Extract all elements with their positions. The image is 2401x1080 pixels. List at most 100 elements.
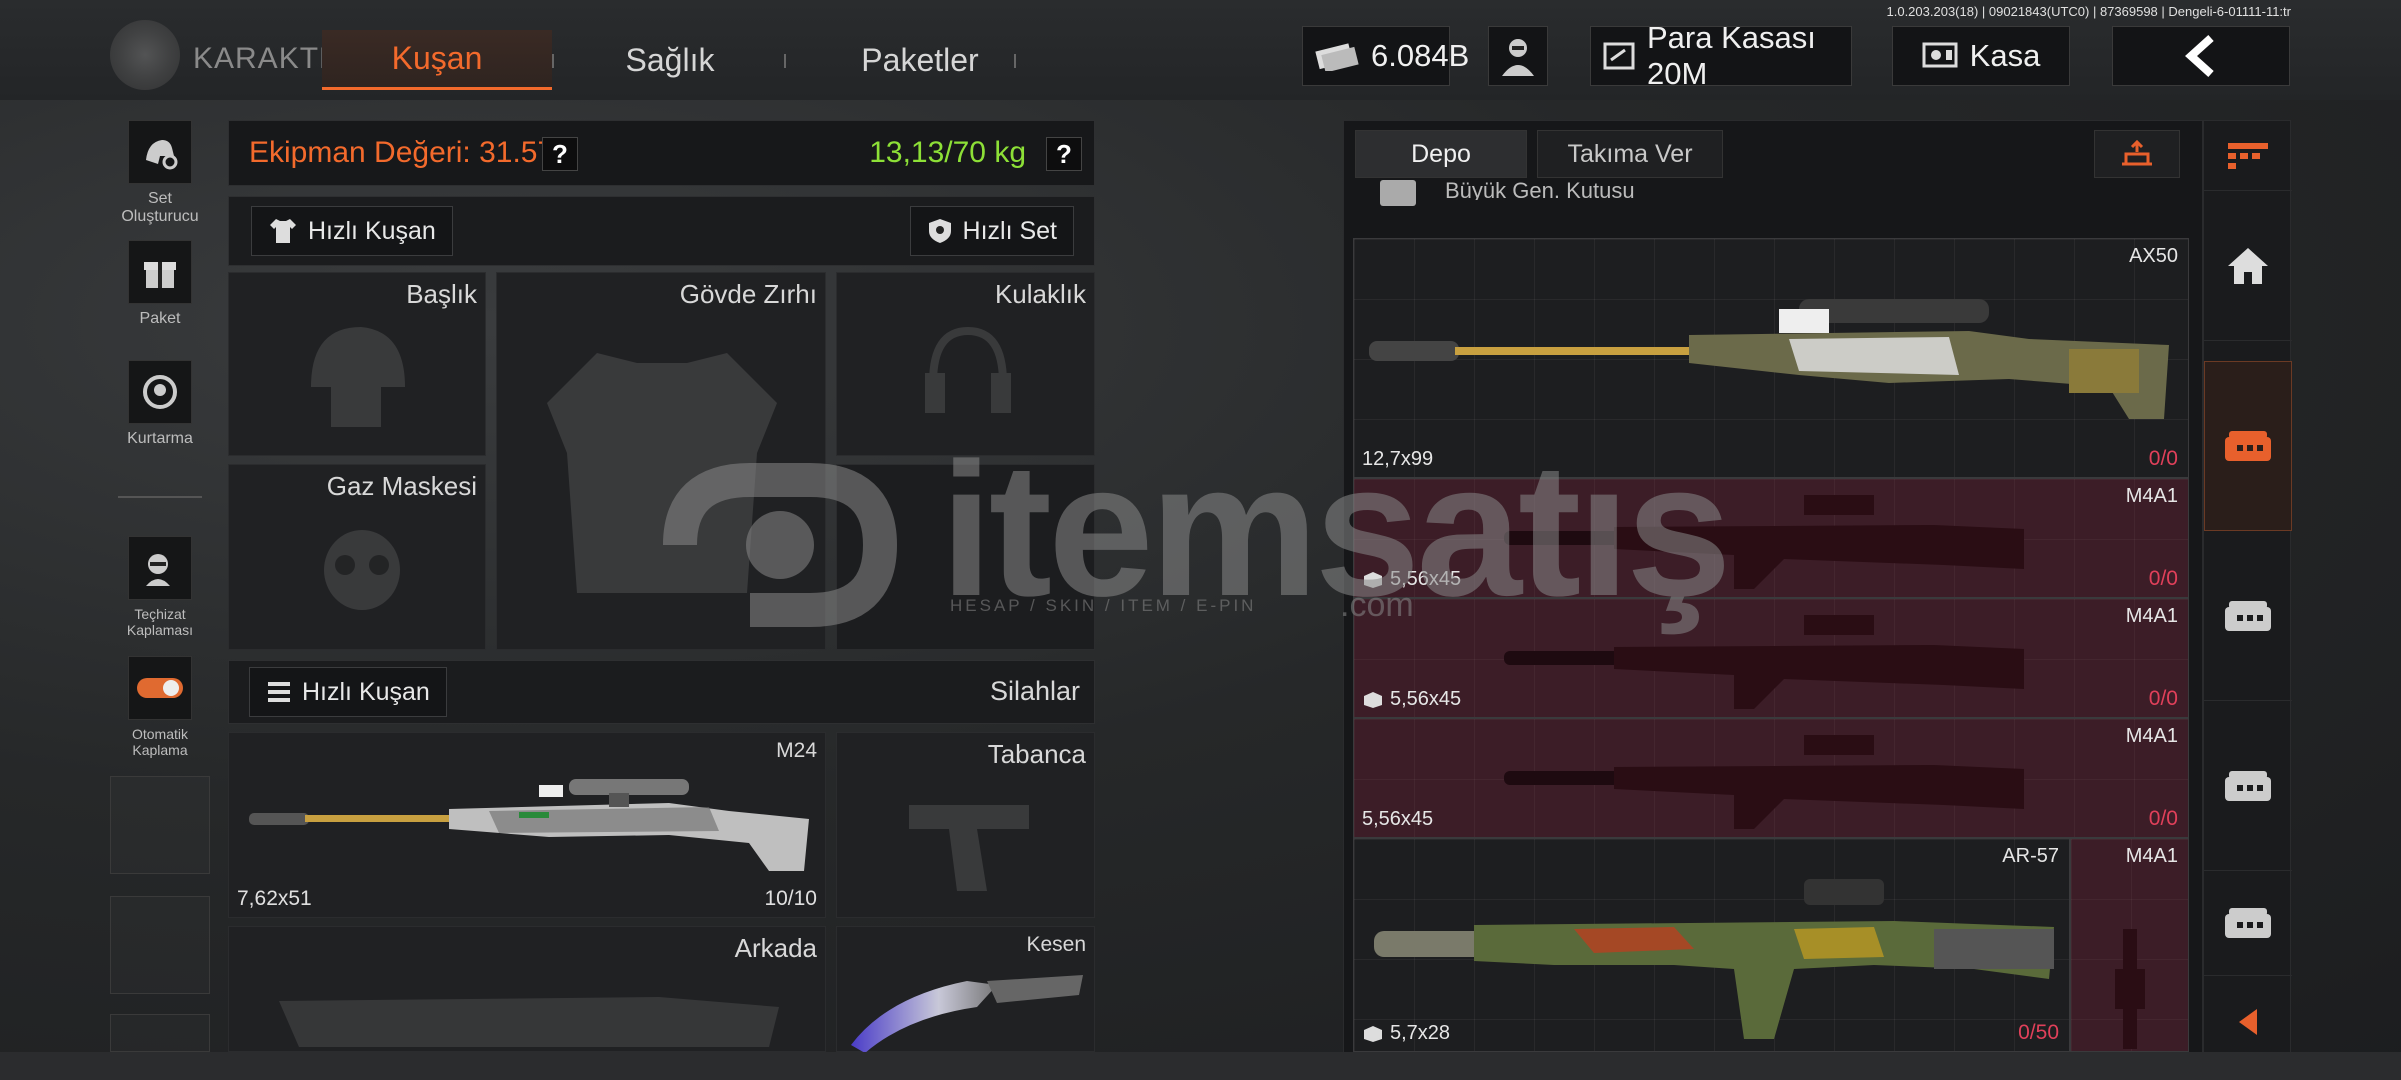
storage-item[interactable]: AR-57 5,7x28 0/50 <box>1353 838 2070 1052</box>
sidebar-package[interactable]: Paket <box>110 240 210 328</box>
carry-weight: 13,13/70 kg <box>869 136 1026 169</box>
weapon-caliber: 7,62x51 <box>237 887 312 910</box>
tab-divider <box>1014 54 1016 68</box>
m4a1-rifle-icon <box>1504 495 2024 589</box>
sidebar-rescue[interactable]: Kurtarma <box>110 360 210 448</box>
item-caliber: 5,56x45 <box>1362 808 1433 831</box>
item-ammo: 0/0 <box>2148 687 2178 710</box>
sidebar-gear-skin[interactable]: Teçhizat Kaplaması <box>110 536 210 638</box>
nav-home[interactable] <box>2204 191 2292 341</box>
item-ammo: 0/0 <box>2148 807 2178 830</box>
item-caliber: 5,7x28 <box>1362 1022 1450 1045</box>
item-ammo: 0/50 <box>2018 1021 2059 1044</box>
vault-button[interactable]: Para Kasası 20M <box>1590 20 1852 91</box>
collapse-arrow-icon <box>2239 1009 2257 1035</box>
quick-equip-button[interactable]: Hızlı Kuşan <box>251 206 453 256</box>
back-button[interactable] <box>2112 26 2290 86</box>
sidebar-label: Otomatik Kaplama <box>131 726 188 758</box>
slot-melee[interactable]: Kesen <box>836 926 1095 1053</box>
sniper-rifle-icon <box>249 779 809 871</box>
equipment-value-help-button[interactable]: ? <box>542 137 578 171</box>
filter-icon <box>2228 142 2268 169</box>
storage-box-icon <box>2225 770 2271 801</box>
slot-gas-mask[interactable]: Gaz Maskesi <box>228 464 486 650</box>
vault-label: Para Kasası 20M <box>1647 20 1816 91</box>
nav-filter[interactable] <box>2204 121 2292 191</box>
weapon-ammo: 10/10 <box>764 887 817 910</box>
item-name: M4A1 <box>2125 845 2178 867</box>
slot-label: Kesen <box>1026 933 1086 956</box>
tab-give-team[interactable]: Takıma Ver <box>1537 130 1723 178</box>
rifle-silhouette-icon <box>279 997 779 1047</box>
sidebar-label: Teçhizat Kaplaması <box>126 606 194 638</box>
item-name: M4A1 <box>2125 485 2178 507</box>
storage-item[interactable]: M4A1 <box>2070 838 2189 1052</box>
slot-pistol[interactable]: Tabanca <box>836 732 1095 918</box>
slot-body-armor[interactable]: Gövde Zırhı <box>496 272 826 650</box>
pistol-icon <box>909 805 1029 891</box>
sidebar-label: Set Oluşturucu <box>121 190 199 225</box>
storage-box-icon <box>2225 908 2271 938</box>
ar57-rifle-icon <box>1374 879 2054 1039</box>
quick-equip-weapons-button[interactable]: Hızlı Kuşan <box>249 667 447 717</box>
storage-item[interactable]: M4A1 5,56x45 0/0 <box>1353 598 2189 718</box>
item-ammo: 0/0 <box>2148 447 2178 470</box>
item-caliber-text: 5,56x45 <box>1390 688 1462 710</box>
tab-health[interactable]: Sağlık <box>580 30 760 90</box>
operator-button[interactable] <box>1488 26 1548 86</box>
slot-head[interactable]: Başlık <box>228 272 486 456</box>
top-bar: 1.0.203.203(18) | 09021843(UTC0) | 87369… <box>0 0 2401 100</box>
weapons-title: Silahlar <box>989 676 1080 706</box>
item-caliber-text: 5,7x28 <box>1390 1022 1451 1044</box>
quick-equip-label: Hızlı Kuşan <box>302 677 430 706</box>
storage-box-icon <box>2225 600 2271 631</box>
headset-icon <box>925 326 1011 413</box>
slot-label: Gaz Maskesi <box>326 471 477 501</box>
empty-slot[interactable] <box>110 776 210 874</box>
nav-storage-box[interactable] <box>2204 361 2292 531</box>
quick-equip-label: Hızlı Kuşan <box>308 216 436 245</box>
item-caliber-text: 5,56x45 <box>1390 568 1462 590</box>
slot-label: Kulaklık <box>994 279 1086 309</box>
empty-slot[interactable] <box>110 896 210 994</box>
box-icon <box>1380 180 1416 206</box>
gift-icon <box>128 240 192 304</box>
nav-box-2[interactable] <box>2204 531 2292 701</box>
rescue-icon <box>128 360 192 424</box>
sort-button[interactable] <box>2094 130 2180 178</box>
gas-mask-icon <box>324 530 400 610</box>
tab-equip[interactable]: Kuşan <box>322 30 552 90</box>
nav-collapse[interactable] <box>2204 989 2292 1055</box>
item-name: M4A1 <box>2125 605 2178 627</box>
currency-display[interactable]: 6.084B <box>1302 26 1469 86</box>
shield-icon <box>928 219 951 243</box>
sort-icon <box>2122 140 2152 166</box>
item-name: AX50 <box>2129 245 2178 267</box>
box-icon <box>1364 571 1382 588</box>
nav-box-3[interactable] <box>2204 701 2292 871</box>
empty-slot[interactable] <box>110 1014 210 1052</box>
slot-headset[interactable]: Kulaklık <box>836 272 1095 456</box>
quick-set-button[interactable]: Hızlı Set <box>909 206 1074 256</box>
gear-skin-icon <box>128 536 192 600</box>
item-caliber-text: 5,56x45 <box>1362 808 1434 830</box>
item-ammo: 0/0 <box>2148 567 2178 590</box>
sidebar-auto-skin[interactable]: Otomatik Kaplama <box>110 656 210 758</box>
slot-back[interactable]: Arkada <box>228 926 826 1052</box>
tab-storage[interactable]: Depo <box>1355 130 1527 178</box>
slot-label: Gövde Zırhı <box>679 279 817 309</box>
cash-icon <box>1315 43 1359 71</box>
storage-item[interactable]: M4A1 5,56x45 0/0 <box>1353 718 2189 838</box>
list-icon <box>268 682 290 702</box>
tab-packages[interactable]: Paketler <box>820 30 1020 90</box>
sidebar-label: Kurtarma <box>127 430 193 447</box>
sidebar-set-builder[interactable]: Set Oluşturucu <box>110 120 210 226</box>
nav-box-4[interactable] <box>2204 871 2292 976</box>
m4a1-rifle-icon <box>1504 735 2024 829</box>
vest-icon <box>547 353 777 593</box>
slot-primary-weapon[interactable]: M24 7,62x51 10/10 <box>228 732 826 918</box>
storage-item[interactable]: AX50 12,7x99 0/0 <box>1353 238 2189 478</box>
storage-item[interactable]: M4A1 5,56x45 0/0 <box>1353 478 2189 598</box>
weight-help-button[interactable]: ? <box>1046 137 1082 171</box>
safe-button[interactable]: Kasa <box>1892 26 2070 86</box>
